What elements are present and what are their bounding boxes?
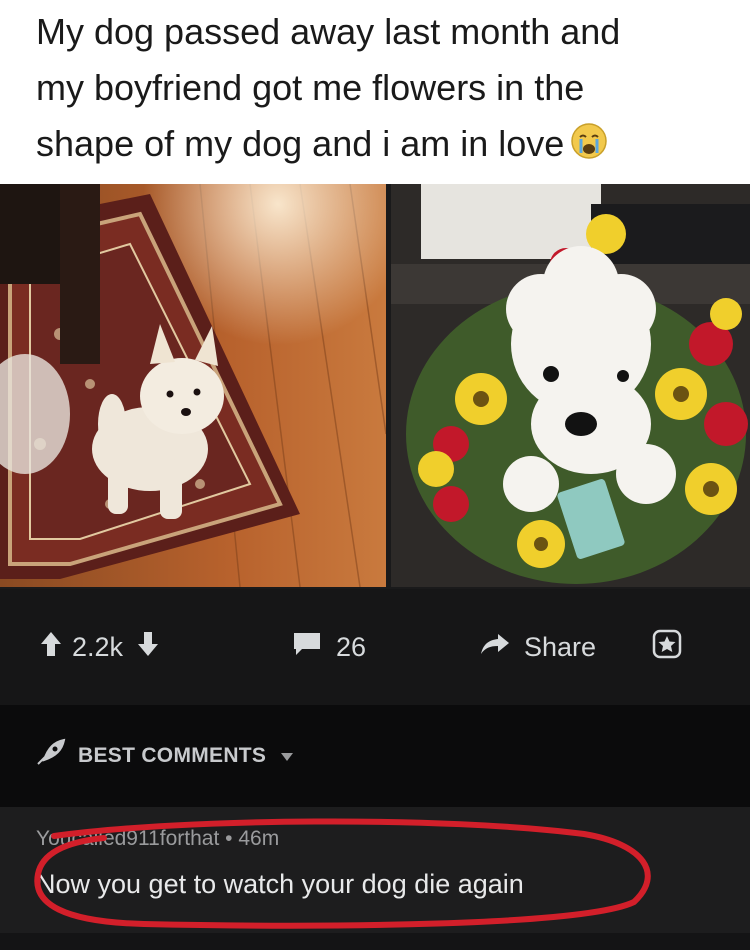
dog-photo[interactable] [0, 184, 386, 587]
vote-group: 2.2k [40, 631, 292, 664]
comment-meta: Youcalled911forthat • 46m [36, 827, 750, 851]
share-button[interactable]: Share [480, 632, 652, 663]
post-images [0, 184, 750, 589]
award-button[interactable] [652, 629, 682, 666]
vote-count: 2.2k [72, 631, 124, 662]
meta-separator: • [225, 827, 233, 850]
downvote-icon[interactable] [137, 631, 159, 664]
share-icon [480, 632, 510, 663]
comments-button[interactable]: 26 [292, 631, 480, 664]
post-action-bar: 2.2k 26 Share [0, 589, 750, 705]
comment-username[interactable]: Youcalled911forthat [36, 827, 219, 850]
comment-sort-bar[interactable]: BEST COMMENTS [0, 705, 750, 807]
share-label: Share [524, 631, 597, 662]
upvote-icon[interactable] [40, 631, 62, 664]
rocket-icon [34, 738, 66, 774]
crying-face-icon [570, 120, 608, 176]
caption-line-3-text: shape of my dog and i am in love [36, 123, 565, 164]
post-caption: My dog passed away last month and my boy… [0, 0, 750, 184]
comment-age: 46m [238, 827, 280, 850]
sort-label: BEST COMMENTS [78, 744, 267, 767]
caption-line-2: my boyfriend got me flowers in the [36, 67, 585, 108]
flower-dog-photo[interactable] [391, 184, 750, 587]
comment-icon [292, 631, 322, 664]
comment: Youcalled911forthat • 46m Now you get to… [0, 807, 750, 933]
caption-line-3: shape of my dog and i am in love [36, 116, 750, 176]
bottom-strip [0, 933, 750, 950]
caption-line-1: My dog passed away last month and [36, 11, 621, 52]
comment-body: Now you get to watch your dog die again [36, 869, 524, 899]
chevron-down-icon [280, 744, 294, 768]
award-icon [652, 629, 682, 666]
comment-count: 26 [336, 631, 367, 662]
